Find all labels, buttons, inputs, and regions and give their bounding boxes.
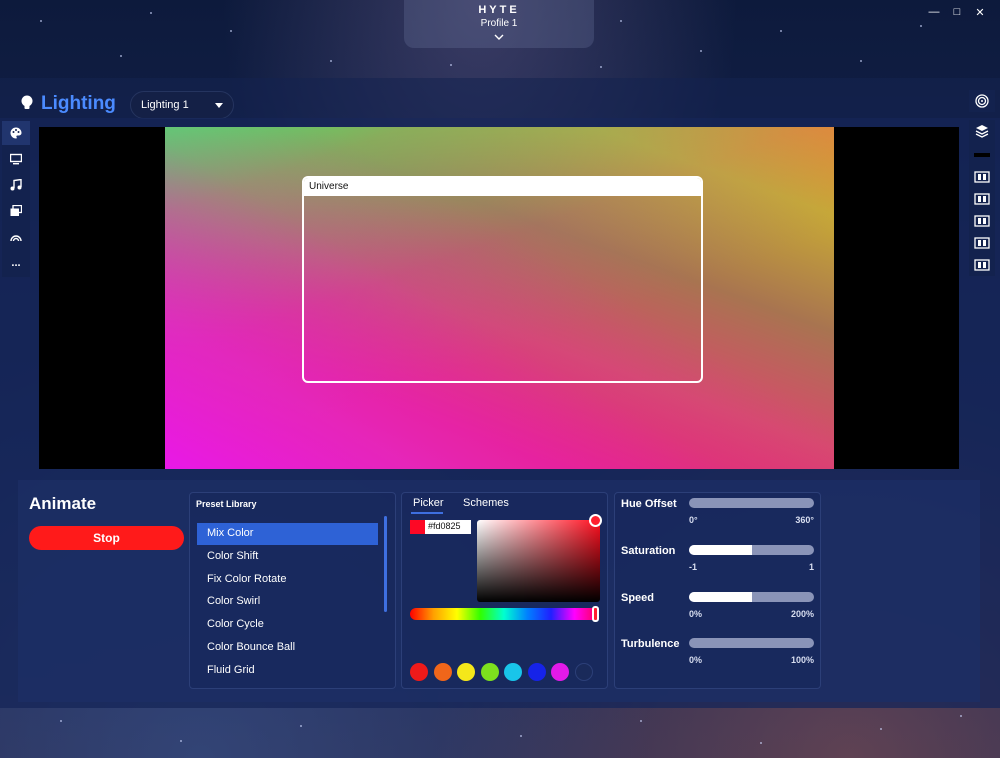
slider-track[interactable] — [689, 498, 814, 508]
preset-item[interactable]: Color Bounce Ball — [197, 637, 378, 659]
star — [520, 735, 522, 737]
sidebar-item-layers[interactable] — [2, 199, 30, 223]
color-swatch[interactable] — [480, 663, 499, 681]
slider-max-label: 100% — [790, 655, 814, 665]
caret-down-icon — [215, 103, 223, 108]
star — [60, 720, 62, 722]
device-icon[interactable] — [970, 233, 994, 253]
star — [600, 66, 602, 68]
star — [300, 725, 302, 727]
star — [330, 60, 332, 62]
slider-max-label: 1 — [808, 562, 814, 572]
color-swatch[interactable] — [551, 663, 569, 681]
palette-icon — [10, 127, 22, 139]
tab-schemes[interactable]: Schemes — [463, 497, 509, 509]
star — [700, 50, 702, 52]
universe-label: Universe — [304, 178, 701, 196]
saturation-value-picker[interactable] — [477, 520, 600, 602]
active-tab-indicator — [411, 512, 443, 514]
color-swatch[interactable] — [410, 663, 428, 681]
title-bar: HYTE Profile 1 — □ ✕ — [0, 0, 1000, 50]
preset-item[interactable]: Color Shift — [197, 546, 378, 568]
slider-fill — [689, 545, 752, 555]
color-handle[interactable] — [589, 514, 602, 527]
star — [450, 64, 452, 66]
color-swatch[interactable] — [574, 663, 593, 681]
star — [960, 715, 962, 717]
slider-label: Hue Offset — [621, 498, 677, 510]
device-icon[interactable] — [970, 167, 994, 187]
preset-item[interactable]: Fluid Grid — [197, 660, 378, 682]
star — [120, 55, 122, 57]
app-logo: HYTE — [478, 4, 520, 16]
sidebar-item-wave[interactable] — [2, 225, 30, 249]
tab-picker[interactable]: Picker — [413, 497, 444, 509]
color-swatch[interactable] — [433, 663, 452, 681]
slider-fill — [689, 592, 752, 602]
preset-library-title: Preset Library — [196, 499, 257, 509]
chevron-down-icon[interactable] — [404, 32, 594, 43]
slider-label: Turbulence — [621, 638, 680, 650]
dropdown-value: Lighting 1 — [141, 99, 189, 111]
bar-icon[interactable] — [970, 145, 994, 165]
slider-max-label: 200% — [790, 609, 814, 619]
star — [860, 60, 862, 62]
star — [760, 742, 762, 744]
star — [880, 728, 882, 730]
sidebar-item-effects[interactable] — [2, 121, 30, 145]
slider-min-label: 0° — [689, 515, 698, 525]
slider-label: Saturation — [621, 545, 676, 557]
close-button[interactable]: ✕ — [972, 6, 988, 19]
slider-label: Speed — [621, 592, 655, 604]
sidebar-item-screen[interactable] — [2, 147, 30, 171]
device-icon[interactable] — [970, 255, 994, 275]
more-icon[interactable]: ... — [2, 251, 30, 275]
preset-item[interactable]: Color Swirl — [197, 591, 378, 613]
slider-track[interactable] — [689, 545, 814, 555]
hex-input[interactable]: #fd0825 — [425, 520, 471, 534]
current-color-swatch — [410, 520, 425, 534]
maximize-button[interactable]: □ — [949, 6, 965, 18]
profile-selector[interactable]: HYTE Profile 1 — [404, 0, 594, 48]
target-icon[interactable] — [970, 91, 994, 111]
rainbow-icon — [10, 235, 22, 242]
device-icon[interactable] — [970, 189, 994, 209]
preset-scrollbar[interactable] — [384, 516, 387, 612]
lighting-dropdown[interactable]: Lighting 1 — [130, 91, 234, 119]
slider-min-label: -1 — [689, 562, 698, 572]
layers-copy-icon — [10, 205, 22, 216]
sidebar-item-audio[interactable] — [2, 173, 30, 197]
animate-title: Animate — [29, 494, 97, 513]
color-swatch[interactable] — [527, 663, 546, 681]
minimize-button[interactable]: — — [926, 6, 942, 18]
preset-item[interactable]: Mix Color — [197, 523, 378, 545]
slider-track[interactable] — [689, 592, 814, 602]
preset-item[interactable]: Fix Color Rotate — [197, 569, 378, 591]
color-swatch[interactable] — [457, 663, 475, 681]
universe-zone[interactable]: Universe — [302, 176, 703, 383]
music-icon — [10, 179, 22, 191]
slider-max-label: 360° — [795, 515, 814, 525]
stop-button[interactable]: Stop — [29, 526, 184, 550]
device-icon[interactable] — [970, 211, 994, 231]
monitor-icon — [10, 153, 22, 165]
hue-slider[interactable] — [410, 608, 598, 620]
page-title: Lighting — [41, 93, 116, 114]
star — [180, 740, 182, 742]
profile-name: Profile 1 — [480, 18, 518, 29]
layers-icon[interactable] — [970, 121, 994, 141]
slider-min-label: 0% — [689, 609, 703, 619]
star — [640, 720, 642, 722]
color-swatch[interactable] — [504, 663, 522, 681]
lightbulb-icon — [20, 95, 34, 111]
preset-item[interactable]: Color Cycle — [197, 614, 378, 636]
hue-handle[interactable] — [592, 606, 599, 622]
slider-track[interactable] — [689, 638, 814, 648]
slider-min-label: 0% — [689, 655, 703, 665]
